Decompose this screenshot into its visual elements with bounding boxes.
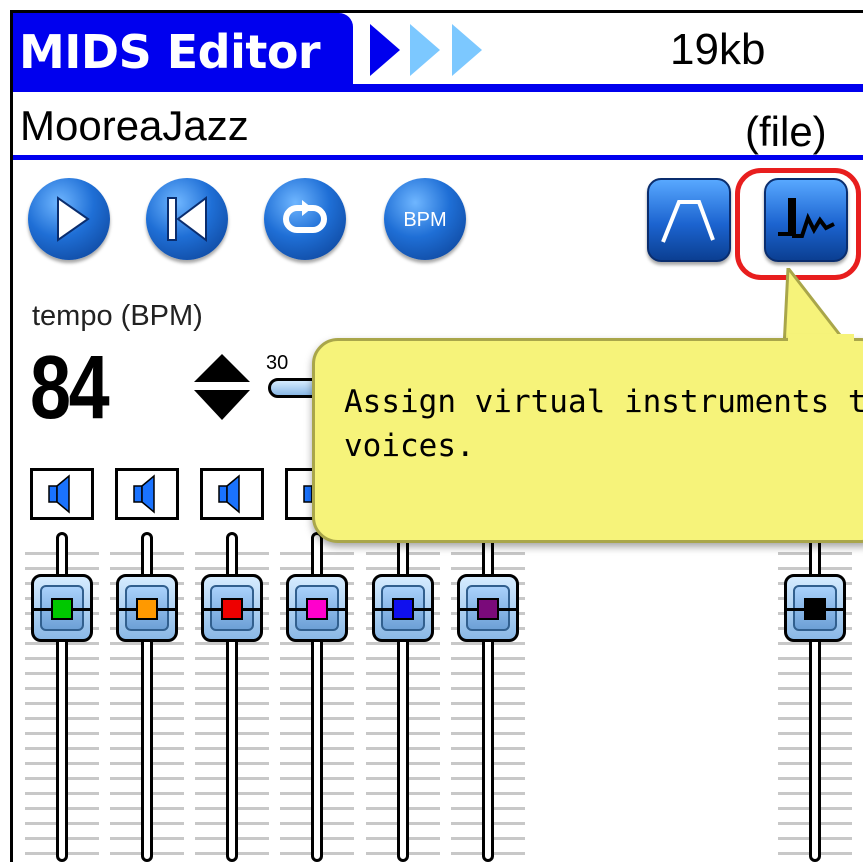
tooltip-text: Assign virtual instruments to voices.: [344, 384, 863, 464]
bpm-button[interactable]: BPM: [384, 178, 466, 260]
waveform-button-highlight: [735, 168, 861, 280]
tempo-slider-min: 30: [266, 352, 289, 374]
file-type[interactable]: (file): [745, 104, 827, 160]
rewind-icon: [167, 196, 207, 242]
tempo-value: 84: [30, 338, 110, 438]
bpm-icon: BPM: [403, 209, 446, 231]
loop-icon: [283, 200, 327, 233]
channel-color-swatch: [804, 598, 826, 620]
rewind-button[interactable]: [146, 178, 228, 260]
channel-color-swatch: [392, 598, 414, 620]
speaker-icon: [218, 474, 240, 514]
left-border: [10, 10, 13, 862]
channel-color-swatch: [306, 598, 328, 620]
fader-knob[interactable]: [784, 574, 846, 642]
bpm-label: BPM: [403, 209, 446, 231]
fader-knob[interactable]: [201, 574, 263, 642]
file-name[interactable]: MooreaJazz: [20, 98, 249, 154]
fader-knob[interactable]: [116, 574, 178, 642]
tempo-label: tempo (BPM): [32, 300, 203, 332]
tooltip-pointer-fill: [788, 334, 854, 342]
envelope-icon: [661, 200, 715, 243]
channel-color-swatch: [136, 598, 158, 620]
channel-color-swatch: [221, 598, 243, 620]
fader-knob[interactable]: [457, 574, 519, 642]
channel-mute-button[interactable]: [115, 468, 179, 520]
tempo-stepper-icon[interactable]: [192, 350, 252, 424]
channel-mute-button[interactable]: [200, 468, 264, 520]
channel-color-swatch: [51, 598, 73, 620]
speaker-icon: [133, 474, 155, 514]
loop-button[interactable]: [264, 178, 346, 260]
file-size: 19kb: [670, 25, 766, 74]
header-divider: [13, 84, 863, 92]
envelope-button[interactable]: [647, 178, 731, 262]
fader-knob[interactable]: [286, 574, 348, 642]
play-icon: [57, 196, 90, 242]
filename-divider: [13, 155, 863, 160]
channel-color-swatch: [477, 598, 499, 620]
fader-knob[interactable]: [31, 574, 93, 642]
app-title[interactable]: MIDS Editor: [13, 13, 353, 88]
nav-arrows-icon[interactable]: [370, 22, 490, 78]
play-button[interactable]: [28, 178, 110, 260]
speaker-icon: [48, 474, 70, 514]
fader-knob[interactable]: [372, 574, 434, 642]
channel-mute-button[interactable]: [30, 468, 94, 520]
